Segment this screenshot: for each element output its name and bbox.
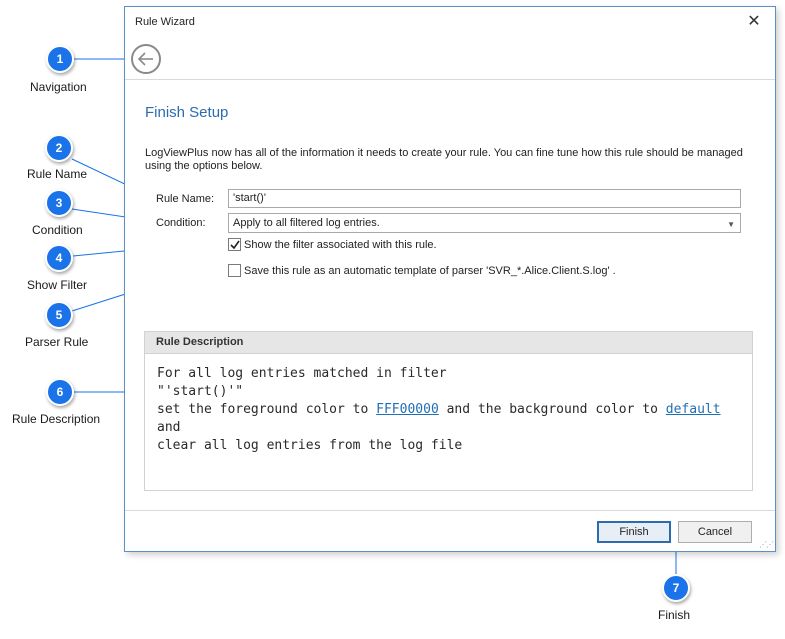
window-title: Rule Wizard	[135, 16, 195, 28]
callout-label-parser-rule: Parser Rule	[25, 335, 89, 349]
finish-button[interactable]: Finish	[597, 521, 671, 543]
foreground-color-link[interactable]: FFF00000	[376, 402, 439, 417]
navigation-divider	[125, 79, 775, 80]
callout-badge-2: 2	[45, 134, 73, 162]
callout-label-navigation: Navigation	[30, 80, 87, 94]
condition-select-value: Apply to all filtered log entries.	[233, 217, 380, 229]
rule-name-label: Rule Name:	[156, 193, 215, 205]
title-bar: Rule Wizard ✕	[125, 7, 775, 37]
callout-label-finish: Finish	[658, 608, 691, 622]
callout-badge-3: 3	[45, 189, 73, 217]
callout-badge-1: 1	[46, 45, 74, 73]
rule-wizard-dialog: Rule Wizard ✕ Finish Setup LogViewPlus n…	[124, 6, 776, 552]
page-title: Finish Setup	[145, 104, 229, 121]
show-filter-checkbox[interactable]	[228, 238, 241, 251]
save-template-label: Save this rule as an automatic template …	[244, 265, 616, 277]
intro-text: LogViewPlus now has all of the informati…	[145, 147, 743, 172]
description-line: and the background color to	[438, 402, 666, 417]
save-template-checkbox[interactable]	[228, 264, 241, 277]
footer-divider	[125, 510, 775, 511]
callout-badge-6: 6	[46, 378, 74, 406]
description-line: clear all log entries from the log file	[157, 438, 463, 453]
callout-label-show-filter: Show Filter	[27, 278, 88, 292]
description-line: set the foreground color to	[157, 402, 377, 417]
rule-description-text: For all log entries matched in filter "'…	[157, 365, 747, 455]
description-line: and	[157, 420, 181, 435]
show-filter-label: Show the filter associated with this rul…	[244, 239, 437, 251]
cancel-button[interactable]: Cancel	[678, 521, 752, 543]
callout-label-rule-description: Rule Description	[12, 412, 101, 426]
condition-label: Condition:	[156, 217, 206, 229]
description-line: For all log entries matched in filter	[157, 366, 447, 381]
chevron-down-icon: ▼	[727, 220, 735, 229]
callout-badge-5: 5	[45, 301, 73, 329]
callout-label-rule-name: Rule Name	[27, 167, 88, 181]
rule-description-panel: Rule Description For all log entries mat…	[144, 331, 753, 491]
rule-description-header: Rule Description	[145, 332, 752, 354]
description-line: "'start()'"	[157, 384, 244, 399]
callout-badge-7: 7	[662, 574, 690, 602]
background-color-link[interactable]: default	[666, 402, 721, 417]
callout-label-condition: Condition	[32, 223, 83, 237]
back-button[interactable]	[131, 44, 161, 74]
checkmark-icon	[230, 240, 240, 250]
rule-name-input[interactable]: 'start()'	[228, 189, 741, 208]
condition-select[interactable]: Apply to all filtered log entries. ▼	[228, 213, 741, 233]
close-icon[interactable]: ✕	[743, 11, 765, 33]
back-arrow-icon	[137, 52, 153, 66]
resize-grip-icon[interactable]: ⋰⋰	[759, 540, 774, 549]
callout-badge-4: 4	[45, 244, 73, 272]
